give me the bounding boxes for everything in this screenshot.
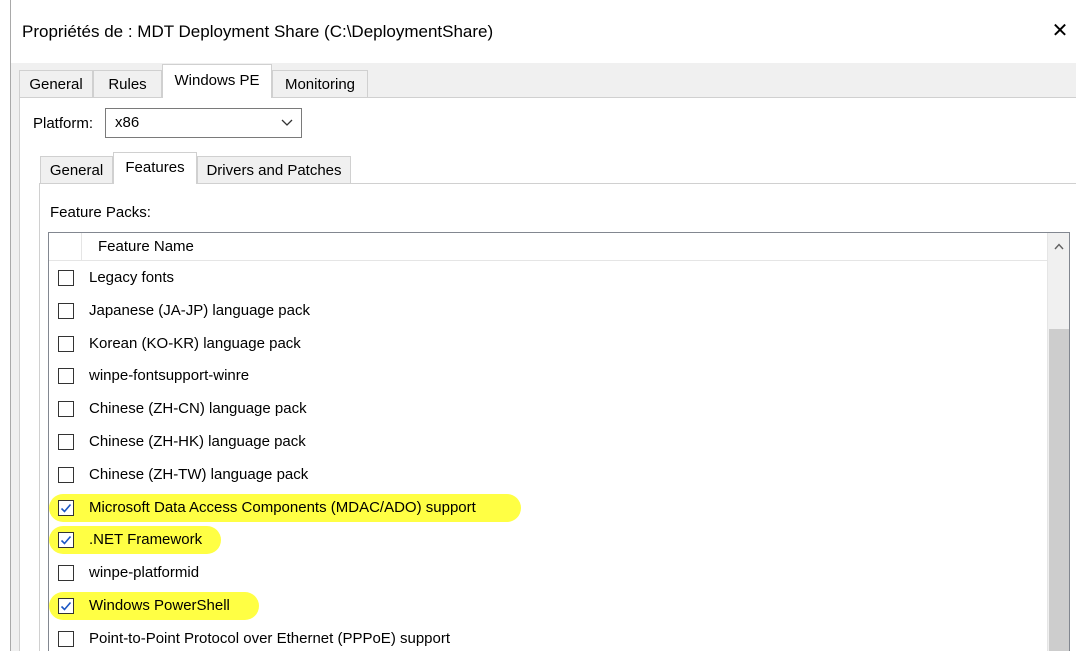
platform-dropdown[interactable]: x86	[105, 108, 302, 138]
tab-inner-general[interactable]: General	[40, 156, 113, 184]
column-header-feature-name[interactable]: Feature Name	[98, 238, 194, 255]
feature-row[interactable]: Legacy fonts	[49, 261, 1047, 294]
feature-name: winpe-platformid	[89, 564, 200, 582]
checkmark-icon	[60, 601, 72, 611]
tab-drivers-and-patches[interactable]: Drivers and Patches	[197, 156, 351, 184]
checkbox-unchecked[interactable]	[58, 302, 74, 319]
feature-row[interactable]: Windows PowerShell	[49, 589, 1047, 622]
checkbox-unchecked[interactable]	[58, 335, 74, 352]
feature-name: Chinese (ZH-CN) language pack	[89, 400, 307, 418]
checkbox-unchecked[interactable]	[58, 270, 74, 286]
checkbox-unchecked[interactable]	[58, 565, 74, 582]
close-icon: ✕	[1051, 20, 1069, 42]
platform-label: Platform:	[33, 115, 94, 132]
tab-features-label: Features	[125, 159, 185, 176]
checkbox-unchecked[interactable]	[58, 630, 74, 647]
features-panel: Feature Packs: Feature Name Legacy fonts…	[39, 183, 1076, 651]
properties-dialog: Propriétés de : MDT Deployment Share (C:…	[10, 0, 1076, 651]
chevron-up-icon	[1053, 237, 1064, 255]
scroll-up-button[interactable]	[1048, 233, 1069, 259]
dialog-title: Propriétés de : MDT Deployment Share (C:…	[22, 22, 494, 41]
close-button[interactable]: ✕	[1043, 16, 1076, 46]
windows-pe-panel: Platform: x86 General Features Drivers a…	[19, 97, 1076, 651]
tab-features[interactable]: Features	[113, 152, 197, 184]
feature-name: Windows PowerShell	[89, 596, 230, 614]
tab-windows-pe[interactable]: Windows PE	[162, 64, 272, 98]
feature-row[interactable]: winpe-platformid	[49, 556, 1047, 589]
feature-name: Korean (KO-KR) language pack	[89, 334, 301, 352]
chevron-down-icon	[279, 109, 295, 137]
feature-name: .NET Framework	[89, 531, 203, 549]
tab-general-label: General	[29, 76, 83, 93]
feature-rows: Legacy fonts Japanese (JA-JP) language pa…	[49, 261, 1047, 651]
checkbox-unchecked[interactable]	[58, 466, 74, 483]
checkbox-unchecked[interactable]	[58, 368, 74, 385]
feature-row[interactable]: Korean (KO-KR) language pack	[49, 327, 1047, 360]
tab-general[interactable]: General	[19, 70, 93, 98]
tab-monitoring-label: Monitoring	[284, 76, 356, 93]
tab-drivers-and-patches-label: Drivers and Patches	[206, 162, 342, 179]
checkbox-checked[interactable]	[58, 597, 74, 614]
feature-row[interactable]: Chinese (ZH-TW) language pack	[49, 458, 1047, 491]
checkbox-checked[interactable]	[58, 532, 74, 549]
feature-name: Chinese (ZH-HK) language pack	[89, 432, 306, 450]
checkbox-unchecked[interactable]	[58, 401, 74, 418]
header-divider	[81, 233, 82, 261]
feature-row[interactable]: Point-to-Point Protocol over Ethernet (P…	[49, 622, 1047, 651]
vertical-scrollbar[interactable]	[1047, 233, 1069, 651]
feature-name: Japanese (JA-JP) language pack	[89, 301, 310, 319]
checkbox-unchecked[interactable]	[58, 433, 74, 450]
feature-name: Microsoft Data Access Components (MDAC/A…	[89, 498, 476, 516]
tab-rules-label: Rules	[108, 76, 147, 93]
feature-row[interactable]: Chinese (ZH-CN) language pack	[49, 392, 1047, 425]
feature-row[interactable]: .NET Framework	[49, 523, 1047, 556]
feature-packs-label: Feature Packs:	[50, 204, 151, 221]
feature-name: Legacy fonts	[89, 269, 175, 286]
feature-name: Chinese (ZH-TW) language pack	[89, 465, 309, 483]
tab-rules[interactable]: Rules	[93, 70, 162, 98]
feature-packs-list[interactable]: Feature Name Legacy fonts Japanese (JA-JP…	[48, 232, 1070, 651]
tab-inner-general-label: General	[49, 162, 104, 179]
checkmark-icon	[60, 536, 72, 546]
feature-row[interactable]: winpe-fontsupport-winre	[49, 359, 1047, 392]
feature-name: winpe-fontsupport-winre	[89, 367, 250, 385]
feature-name: Point-to-Point Protocol over Ethernet (P…	[89, 629, 451, 647]
tab-windows-pe-label: Windows PE	[174, 72, 260, 89]
feature-row[interactable]: Microsoft Data Access Components (MDAC/A…	[49, 491, 1047, 524]
scroll-thumb[interactable]	[1049, 329, 1069, 651]
tab-monitoring[interactable]: Monitoring	[272, 70, 368, 98]
list-header: Feature Name	[49, 233, 1047, 261]
checkbox-checked[interactable]	[58, 499, 74, 516]
feature-row[interactable]: Japanese (JA-JP) language pack	[49, 294, 1047, 327]
title-bar: Propriétés de : MDT Deployment Share (C:…	[11, 0, 1076, 63]
checkmark-icon	[60, 503, 72, 513]
platform-value: x86	[115, 114, 140, 131]
feature-row[interactable]: Chinese (ZH-HK) language pack	[49, 425, 1047, 458]
